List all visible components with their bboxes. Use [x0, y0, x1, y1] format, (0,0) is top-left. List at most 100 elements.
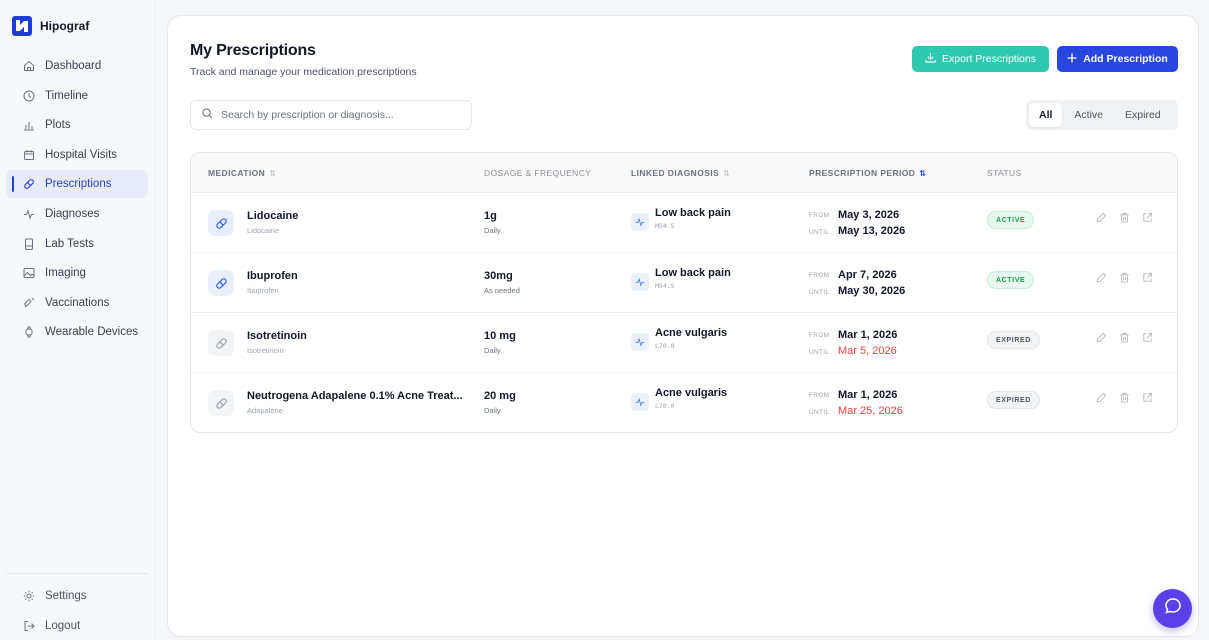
sidebar-nav: Dashboard Timeline Plots Hospital Visits… — [6, 52, 148, 348]
search-box[interactable] — [190, 100, 472, 130]
column-prescription-period[interactable]: PRESCRIPTION PERIOD ⇅ — [809, 153, 926, 193]
medication-name[interactable]: Lidocaine — [247, 210, 298, 222]
brand-name: Hipograf — [40, 19, 90, 33]
until-date: May 13, 2026 — [838, 225, 906, 237]
sidebar-item-label: Timeline — [45, 89, 89, 102]
row-actions — [1096, 392, 1153, 403]
sidebar-item-lab-tests[interactable]: Lab Tests — [6, 230, 148, 258]
from-date: Mar 1, 2026 — [838, 389, 898, 401]
export-label: Export Prescriptions — [942, 53, 1036, 65]
status-badge: ACTIVE — [987, 271, 1035, 289]
row-actions — [1096, 212, 1153, 223]
sidebar-item-label: Diagnoses — [45, 207, 100, 220]
delete-icon[interactable] — [1119, 212, 1130, 223]
from-date: Apr 7, 2026 — [838, 269, 897, 281]
dosage: 20 mg — [484, 390, 516, 402]
pill-icon — [22, 178, 35, 191]
medication-name[interactable]: Isotretinoin — [247, 330, 307, 342]
sort-icon: ⇅ — [269, 168, 277, 178]
sidebar-item-label: Lab Tests — [45, 237, 95, 250]
until-label: UNTIL — [809, 229, 830, 236]
until-label: UNTIL — [809, 409, 830, 416]
until-date: Mar 5, 2026 — [838, 345, 897, 357]
until-label: UNTIL — [809, 289, 830, 296]
table-header: MEDICATION ⇅ DOSAGE & FREQUENCY LINKED DI… — [191, 153, 1177, 193]
sidebar-item-hospital-visits[interactable]: Hospital Visits — [6, 141, 148, 169]
until-label: UNTIL — [809, 349, 830, 356]
medication-name[interactable]: Ibuprofen — [247, 270, 298, 282]
sidebar-item-timeline[interactable]: Timeline — [6, 82, 148, 110]
sidebar-item-label: Wearable Devices — [45, 326, 139, 339]
diagnosis-name[interactable]: Acne vulgaris — [655, 327, 727, 339]
diagnosis-name[interactable]: Low back pain — [655, 267, 731, 279]
until-date: May 30, 2026 — [838, 285, 906, 297]
table-row[interactable]: Ibuprofen Ibuprofen 30mg As needed Low b… — [191, 253, 1177, 313]
plus-icon — [1067, 53, 1077, 66]
sidebar-item-dashboard[interactable]: Dashboard — [6, 52, 148, 80]
frequency: Daily — [484, 406, 501, 415]
column-medication[interactable]: MEDICATION ⇅ — [208, 153, 276, 193]
external-link-icon[interactable] — [1142, 272, 1153, 283]
sidebar-bottom: Settings Logout — [6, 573, 148, 640]
from-label: FROM — [809, 332, 830, 339]
medication-generic: Ibuprofen — [247, 286, 279, 295]
edit-icon[interactable] — [1096, 212, 1107, 223]
filter-expired[interactable]: Expired — [1115, 103, 1171, 127]
page-subtitle: Track and manage your medication prescri… — [190, 66, 417, 78]
diagnosis-code: L70.0 — [655, 342, 675, 350]
image-icon — [22, 267, 35, 280]
external-link-icon[interactable] — [1142, 332, 1153, 343]
sidebar: Hipograf Dashboard Timeline Plots Hospit… — [0, 0, 155, 640]
filter-active[interactable]: Active — [1064, 103, 1113, 127]
chat-button[interactable] — [1153, 589, 1192, 628]
sidebar-item-imaging[interactable]: Imaging — [6, 259, 148, 287]
edit-icon[interactable] — [1096, 392, 1107, 403]
sidebar-item-plots[interactable]: Plots — [6, 111, 148, 139]
chat-bubble-icon — [1164, 597, 1182, 620]
sidebar-item-label: Prescriptions — [45, 178, 112, 191]
prescriptions-table: MEDICATION ⇅ DOSAGE & FREQUENCY LINKED DI… — [190, 152, 1178, 433]
hipograf-logo-icon — [12, 16, 32, 36]
brand[interactable]: Hipograf — [12, 16, 89, 36]
export-prescriptions-button[interactable]: Export Prescriptions — [912, 46, 1049, 72]
diagnosis-name[interactable]: Low back pain — [655, 207, 731, 219]
pill-icon — [208, 210, 234, 236]
sidebar-item-label: Hospital Visits — [45, 148, 118, 161]
sidebar-item-wearable-devices[interactable]: Wearable Devices — [6, 318, 148, 346]
edit-icon[interactable] — [1096, 332, 1107, 343]
row-actions — [1096, 272, 1153, 283]
sidebar-item-logout[interactable]: Logout — [6, 612, 148, 640]
delete-icon[interactable] — [1119, 332, 1130, 343]
add-prescription-button[interactable]: Add Prescription — [1057, 46, 1178, 72]
external-link-icon[interactable] — [1142, 212, 1153, 223]
sidebar-item-label: Imaging — [45, 267, 86, 280]
sidebar-item-prescriptions[interactable]: Prescriptions — [6, 170, 148, 199]
from-date: Mar 1, 2026 — [838, 329, 898, 341]
table-row[interactable]: Lidocaine Lidocaine 1g Daily Low back pa… — [191, 193, 1177, 253]
diagnosis-code: M54.5 — [655, 222, 675, 230]
sort-icon: ⇅ — [723, 168, 731, 178]
diagnosis-code: L70.0 — [655, 402, 675, 410]
status-filter-tabs: All Active Expired — [1026, 100, 1178, 130]
delete-icon[interactable] — [1119, 392, 1130, 403]
column-dosage: DOSAGE & FREQUENCY — [484, 168, 592, 178]
sidebar-item-diagnoses[interactable]: Diagnoses — [6, 200, 148, 228]
table-row[interactable]: Isotretinoin Isotretinoin 10 mg Daily Ac… — [191, 313, 1177, 373]
column-linked-diagnosis[interactable]: LINKED DIAGNOSIS ⇅ — [631, 153, 730, 193]
search-input[interactable] — [221, 109, 461, 121]
main-panel: My Prescriptions Track and manage your m… — [167, 15, 1199, 637]
sidebar-item-vaccinations[interactable]: Vaccinations — [6, 289, 148, 317]
medication-name[interactable]: Neutrogena Adapalene 0.1% Acne Treat... — [247, 390, 463, 402]
page-title: My Prescriptions — [190, 42, 316, 59]
download-icon — [925, 52, 936, 66]
diagnosis-name[interactable]: Acne vulgaris — [655, 387, 727, 399]
sidebar-item-settings[interactable]: Settings — [6, 582, 148, 610]
filter-all[interactable]: All — [1029, 103, 1063, 127]
external-link-icon[interactable] — [1142, 392, 1153, 403]
table-row[interactable]: Neutrogena Adapalene 0.1% Acne Treat... … — [191, 373, 1177, 432]
edit-icon[interactable] — [1096, 272, 1107, 283]
activity-icon — [631, 393, 649, 411]
delete-icon[interactable] — [1119, 272, 1130, 283]
activity-icon — [22, 207, 35, 220]
activity-icon — [631, 333, 649, 351]
